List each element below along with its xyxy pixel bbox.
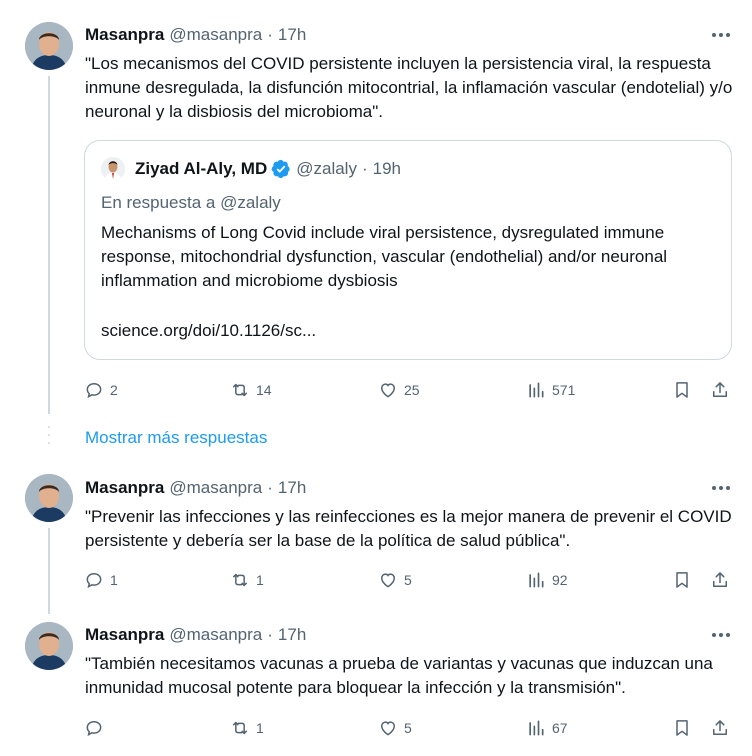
quote-author-name[interactable]: Ziyad Al-Aly, MD [135, 159, 267, 179]
author-name[interactable]: Masanpra [85, 625, 164, 645]
thread-dot [48, 442, 50, 444]
separator: · [267, 25, 273, 44]
retweet-button[interactable]: 14 [230, 378, 272, 402]
thread-dot [48, 426, 50, 428]
views-icon [529, 382, 544, 398]
like-button[interactable]: 25 [378, 378, 420, 402]
tweet-text: "Prevenir las infecciones y las reinfecc… [85, 507, 732, 550]
share-button[interactable] [710, 716, 730, 740]
views-button[interactable]: 92 [526, 568, 568, 592]
author-name[interactable]: Masanpra [85, 478, 164, 498]
like-count: 25 [404, 382, 420, 398]
reply-icon [86, 720, 102, 737]
share-icon [713, 720, 727, 735]
retweet-count: 14 [256, 382, 272, 398]
avatar[interactable] [25, 474, 73, 522]
avatar[interactable] [25, 22, 73, 70]
bookmark-icon [676, 382, 688, 398]
reply-count: 1 [110, 572, 118, 588]
reply-icon [86, 382, 102, 399]
reply-count: 2 [110, 382, 118, 398]
quote-author-handle[interactable]: @zalaly [296, 159, 357, 179]
tweet-header: Masanpra @masanpra · 17h [85, 624, 306, 646]
reply-button[interactable]: 1 [84, 568, 118, 592]
retweet-icon [233, 721, 247, 735]
bookmark-button[interactable] [672, 378, 692, 402]
retweet-icon [233, 383, 247, 397]
avatar[interactable] [25, 622, 73, 670]
bookmark-icon [676, 720, 688, 736]
thread-line [48, 528, 50, 614]
reply-button[interactable] [84, 716, 110, 740]
quote-avatar [101, 157, 125, 181]
quote-timestamp[interactable]: 19h [373, 159, 401, 179]
reply-icon [86, 572, 102, 589]
quote-header: Ziyad Al-Aly, MD @zalaly · 19h [101, 157, 401, 181]
author-handle[interactable]: @masanpra [169, 625, 262, 645]
retweet-button[interactable]: 1 [230, 716, 264, 740]
tweet-actions: 1 1 5 92 [84, 568, 734, 592]
like-count: 5 [404, 720, 412, 736]
more-icon[interactable] [708, 477, 734, 499]
retweet-count: 1 [256, 572, 264, 588]
retweet-icon [233, 573, 247, 587]
tweet-text: "Los mecanismos del COVID persistente in… [85, 54, 733, 121]
show-more-replies-link[interactable]: Mostrar más respuestas [85, 428, 267, 448]
like-count: 5 [404, 572, 412, 588]
share-icon [713, 382, 727, 397]
quoted-tweet[interactable]: Ziyad Al-Aly, MD @zalaly · 19h En respue… [84, 140, 732, 360]
like-button[interactable]: 5 [378, 716, 412, 740]
bookmark-button[interactable] [672, 716, 692, 740]
quote-link[interactable]: science.org/doi/10.1126/sc... [101, 321, 316, 341]
more-icon[interactable] [708, 624, 734, 646]
author-handle[interactable]: @masanpra [169, 25, 262, 45]
views-count: 67 [552, 720, 568, 736]
timestamp[interactable]: 17h [278, 25, 306, 45]
thread-dot [48, 434, 50, 436]
views-count: 92 [552, 572, 568, 588]
share-button[interactable] [710, 568, 730, 592]
like-button[interactable]: 5 [378, 568, 412, 592]
like-icon [380, 383, 396, 398]
tweet-header: Masanpra @masanpra · 17h [85, 477, 306, 499]
views-icon [529, 572, 544, 588]
tweet-actions: 1 5 67 [84, 716, 734, 740]
views-icon [529, 720, 544, 736]
like-icon [380, 721, 396, 736]
retweet-count: 1 [256, 720, 264, 736]
author-handle[interactable]: @masanpra [169, 478, 262, 498]
author-name[interactable]: Masanpra [85, 25, 164, 45]
share-icon [713, 572, 727, 587]
reply-context[interactable]: En respuesta a @zalaly [101, 193, 281, 213]
tweet-text: "También necesitamos vacunas a prueba de… [85, 654, 713, 697]
views-button[interactable]: 571 [526, 378, 575, 402]
tweet-actions: 2 14 25 571 [84, 378, 734, 402]
quote-text: Mechanisms of Long Covid include viral p… [101, 223, 668, 290]
bookmark-icon [676, 572, 688, 588]
more-icon[interactable] [708, 24, 734, 46]
thread-line [48, 76, 50, 414]
verified-icon [271, 159, 291, 179]
separator: · [267, 478, 273, 497]
timestamp[interactable]: 17h [278, 478, 306, 498]
views-count: 571 [552, 382, 576, 398]
separator: · [267, 625, 273, 644]
reply-button[interactable]: 2 [84, 378, 118, 402]
bookmark-button[interactable] [672, 568, 692, 592]
like-icon [380, 573, 396, 588]
views-button[interactable]: 67 [526, 716, 568, 740]
retweet-button[interactable]: 1 [230, 568, 264, 592]
tweet-header: Masanpra @masanpra · 17h [85, 24, 306, 46]
share-button[interactable] [710, 378, 730, 402]
timestamp[interactable]: 17h [278, 625, 306, 645]
separator: · [361, 159, 368, 178]
